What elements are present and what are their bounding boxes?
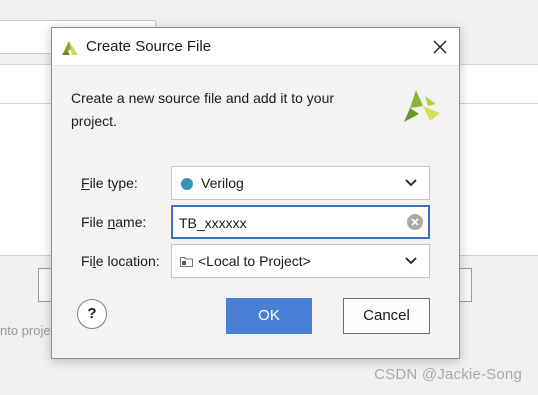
verilog-icon (181, 178, 193, 190)
dialog-titlebar: Create Source File (52, 28, 459, 66)
help-button[interactable]: ? (77, 299, 107, 329)
file-type-dropdown[interactable]: Verilog (171, 166, 430, 200)
clear-input-icon[interactable] (407, 214, 423, 230)
folder-icon (180, 257, 193, 267)
file-location-dropdown[interactable]: <Local to Project> (171, 244, 430, 278)
close-icon (433, 40, 447, 54)
file-name-label: File name: (81, 214, 147, 230)
watermark: CSDN @Jackie-Song (374, 366, 522, 383)
background-partial-text: nto proje (0, 323, 51, 338)
vivado-large-logo-icon (404, 90, 440, 122)
file-type-value: Verilog (201, 175, 244, 191)
close-button[interactable] (427, 34, 453, 60)
ok-button[interactable]: OK (226, 298, 312, 334)
file-location-value: <Local to Project> (198, 253, 311, 269)
dialog-description: Create a new source file and add it to y… (71, 90, 335, 129)
file-type-label: File type: (81, 175, 138, 191)
file-name-field[interactable] (171, 205, 430, 239)
vivado-logo-icon (62, 41, 78, 55)
file-location-label: File location: (81, 253, 160, 269)
chevron-down-icon (405, 257, 417, 265)
chevron-down-icon (405, 179, 417, 187)
background-button-right (458, 268, 472, 302)
dialog-title: Create Source File (86, 38, 212, 55)
file-name-input[interactable] (177, 212, 406, 234)
cancel-button[interactable]: Cancel (343, 298, 430, 334)
create-source-file-dialog: Create Source File Create a new source f… (51, 27, 460, 359)
